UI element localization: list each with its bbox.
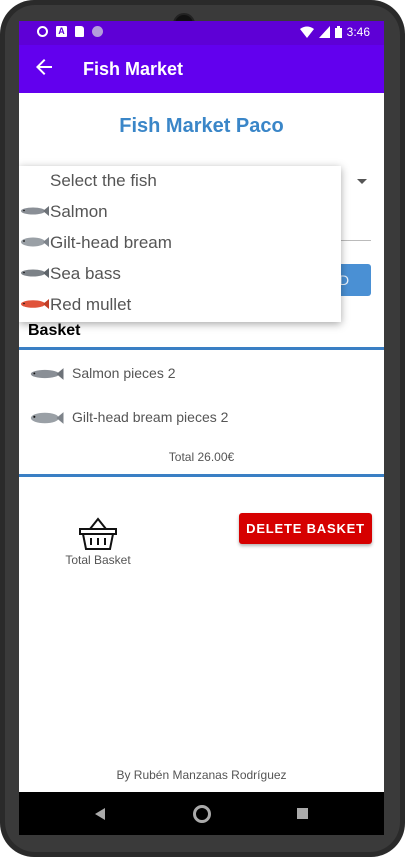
dropdown-item-sea-bass[interactable]: Sea bass	[19, 259, 341, 290]
app-bar-title: Fish Market	[83, 59, 184, 79]
seabass-fish-icon	[21, 268, 49, 278]
settings-icon	[37, 26, 48, 37]
basket-icon	[79, 517, 117, 550]
salmon-fish-icon	[21, 206, 49, 216]
basket-total: Total 26.00€	[168, 450, 235, 464]
device-frame: A 3:46 Fish Market Fish Market Paco D Se…	[0, 0, 405, 857]
dot-notification-icon	[92, 26, 103, 37]
signal-icon	[318, 26, 330, 38]
wifi-icon	[299, 26, 314, 38]
page-title: Fish Market Paco	[119, 115, 284, 137]
dropdown-item-label: Gilt-head bream	[50, 233, 172, 252]
nav-recents-icon[interactable]	[297, 808, 308, 819]
status-time: 3:46	[346, 25, 370, 39]
dropdown-item-label: Salmon	[50, 202, 108, 221]
app-screen: A 3:46 Fish Market Fish Market Paco D Se…	[19, 21, 384, 835]
total-basket-label: Total Basket	[65, 553, 131, 567]
dropdown-item-label: Red mullet	[50, 295, 132, 314]
footer-credit: By Rubén Manzanas Rodríguez	[116, 768, 287, 782]
bream-fish-icon	[30, 412, 64, 424]
fish-dropdown[interactable]: Select the fish Salmon Gilt-head bream S…	[19, 166, 341, 322]
dropdown-item-salmon[interactable]: Salmon	[19, 197, 341, 228]
sd-card-icon	[75, 26, 84, 37]
dropdown-item-label: Sea bass	[50, 264, 121, 283]
a-notification-icon: A	[56, 26, 67, 37]
divider	[19, 474, 384, 477]
arrow-left-icon[interactable]	[32, 55, 56, 79]
navigation-bar	[19, 792, 384, 835]
status-bar: A 3:46	[19, 21, 384, 45]
chevron-down-icon[interactable]	[357, 179, 367, 184]
basket-item-label: Salmon pieces 2	[72, 365, 176, 381]
bream-fish-icon	[21, 237, 49, 247]
basket-item-label: Gilt-head bream pieces 2	[72, 409, 229, 425]
nav-home-icon[interactable]	[193, 805, 211, 823]
battery-icon	[334, 26, 342, 38]
basket-item: Salmon pieces 2	[19, 359, 384, 389]
dropdown-item-red-mullet[interactable]: Red mullet	[19, 290, 341, 321]
divider	[19, 347, 384, 350]
nav-back-icon[interactable]	[95, 808, 105, 820]
basket-title: Basket	[28, 322, 81, 339]
basket-item: Gilt-head bream pieces 2	[19, 403, 384, 433]
redmullet-fish-icon	[21, 299, 49, 309]
delete-basket-button[interactable]: DELETE BASKET	[239, 513, 372, 544]
app-bar: Fish Market	[19, 45, 384, 93]
dropdown-prompt: Select the fish	[50, 171, 157, 190]
dropdown-item-gilt-head-bream[interactable]: Gilt-head bream	[19, 228, 341, 259]
salmon-fish-icon	[30, 368, 64, 380]
